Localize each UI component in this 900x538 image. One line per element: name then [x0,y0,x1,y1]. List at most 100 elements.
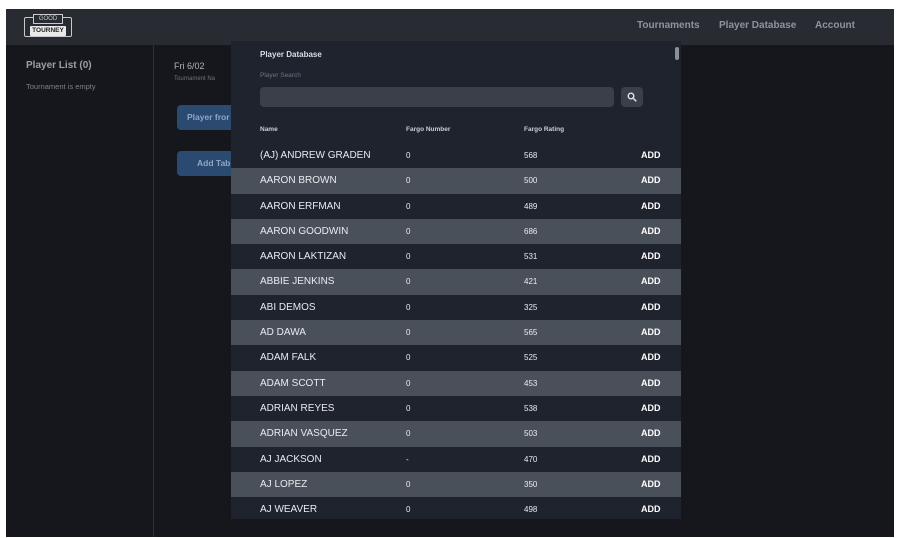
fargo-rating: 489 [524,201,538,211]
add-player-button[interactable]: ADD [641,168,661,193]
table-row: AARON GOODWIN 0 686 ADD [231,218,681,245]
fargo-rating: 421 [524,277,538,287]
column-header-fargo-number: Fargo Number [406,126,451,133]
modal-scrollbar[interactable] [675,47,679,60]
column-header-fargo-rating: Fargo Rating [524,126,565,133]
player-list-sidebar: Player List (0) Tournament is empty [6,45,154,537]
table-row: AD DAWA 0 565 ADD [231,320,681,346]
player-name: AJ LOPEZ [260,478,308,490]
add-player-button[interactable]: ADD [641,497,661,519]
player-name: AARON ERFMAN [260,200,341,212]
player-name: AJ WEAVER [260,504,318,516]
fargo-number: 0 [406,429,411,439]
table-row: ADAM FALK 0 525 ADD [231,345,681,371]
fargo-number: 0 [406,403,411,413]
fargo-number: 0 [406,252,411,262]
fargo-number: 0 [406,277,411,287]
table-row: ADRIAN VASQUEZ 0 503 ADD [231,421,681,447]
player-database-modal: Player Database Player Search Name Fargo… [231,41,681,519]
fargo-rating: 503 [524,429,538,439]
player-name: AARON LAKTIZAN [260,251,347,263]
player-search-label: Player Search [260,72,301,79]
table-row: AJ LOPEZ 0 350 ADD [231,471,681,498]
table-row: AARON LAKTIZAN 0 531 ADD [231,244,681,270]
fargo-rating: 498 [524,505,538,515]
app-window: GOOD TOURNEY Tournaments Player Database… [6,9,894,537]
player-search-input[interactable] [260,87,614,107]
search-button[interactable] [621,87,643,107]
add-player-button[interactable]: ADD [641,472,661,497]
fargo-rating: 470 [524,454,538,464]
fargo-number: 0 [406,302,411,312]
modal-title: Player Database [260,50,322,59]
fargo-number: - [406,454,409,464]
logo-bottom-text: TOURNEY [30,26,66,36]
player-name: ABI DEMOS [260,301,316,313]
player-name: AJ JACKSON [260,453,322,465]
nav-account[interactable]: Account [815,20,855,31]
fargo-rating: 686 [524,226,538,236]
add-player-button[interactable]: ADD [641,295,661,320]
table-header: Name Fargo Number Fargo Rating [231,126,681,140]
player-name: AD DAWA [260,327,306,339]
fargo-rating: 565 [524,328,538,338]
nav-tournaments[interactable]: Tournaments [637,20,700,31]
add-player-button[interactable]: ADD [641,447,661,472]
table-row: AARON BROWN 0 500 ADD [231,168,681,194]
logo-top-text: GOOD [33,14,63,24]
add-player-button[interactable]: ADD [641,421,661,446]
player-name: AARON BROWN [260,175,337,187]
column-header-name: Name [260,126,278,133]
table-row: ABBIE JENKINS 0 421 ADD [231,269,681,295]
top-navigation-bar: GOOD TOURNEY Tournaments Player Database… [6,9,894,45]
fargo-number: 0 [406,226,411,236]
fargo-rating: 531 [524,252,538,262]
player-name: (AJ) ANDREW GRADEN [260,150,371,161]
add-table-button[interactable]: Add Tab [177,151,239,176]
player-name: ABBIE JENKINS [260,276,335,288]
search-icon [627,92,637,102]
fargo-rating: 525 [524,353,538,363]
player-name: ADAM SCOTT [260,377,326,389]
add-player-from-database-button[interactable]: Player fror [177,105,239,130]
fargo-number: 0 [406,378,411,388]
fargo-number: 0 [406,201,411,211]
fargo-number: 0 [406,479,411,489]
add-player-button[interactable]: ADD [641,244,661,269]
fargo-rating: 325 [524,302,538,312]
add-player-button[interactable]: ADD [641,143,661,168]
good-tourney-logo[interactable]: GOOD TOURNEY [24,14,72,39]
table-row: AARON ERFMAN 0 489 ADD [231,193,681,219]
player-list-title: Player List (0) [26,60,92,71]
add-player-button[interactable]: ADD [641,371,661,396]
tournament-name-label: Tournament Na [174,76,216,82]
tournament-empty-text: Tournament is empty [26,82,96,91]
nav-player-database[interactable]: Player Database [719,20,796,31]
add-player-button[interactable]: ADD [641,396,661,421]
table-row: ADRIAN REYES 0 538 ADD [231,395,681,422]
add-player-button[interactable]: ADD [641,219,661,244]
table-row: AJ WEAVER 0 498 ADD [231,497,681,519]
add-player-button[interactable]: ADD [641,194,661,219]
fargo-rating: 350 [524,479,538,489]
table-row: AJ JACKSON - 470 ADD [231,446,681,472]
fargo-number: 0 [406,151,411,160]
add-player-button[interactable]: ADD [641,320,661,345]
player-name: ADRIAN VASQUEZ [260,428,348,440]
fargo-number: 0 [406,328,411,338]
fargo-number: 0 [406,505,411,515]
player-name: AARON GOODWIN [260,225,349,237]
tournament-date: Fri 6/02 [174,61,205,71]
fargo-number: 0 [406,353,411,363]
add-player-button[interactable]: ADD [641,345,661,370]
add-player-button[interactable]: ADD [641,269,661,294]
fargo-rating: 453 [524,378,538,388]
table-row: (AJ) ANDREW GRADEN 0 568 ADD [231,143,681,169]
table-row: ADAM SCOTT 0 453 ADD [231,370,681,396]
player-name: ADRIAN REYES [260,402,335,414]
fargo-rating: 500 [524,176,538,186]
fargo-rating: 568 [524,151,538,160]
fargo-number: 0 [406,176,411,186]
player-table-body: (AJ) ANDREW GRADEN 0 568 ADD AARON BROWN 0 50… [231,143,681,519]
player-name: ADAM FALK [260,352,317,364]
